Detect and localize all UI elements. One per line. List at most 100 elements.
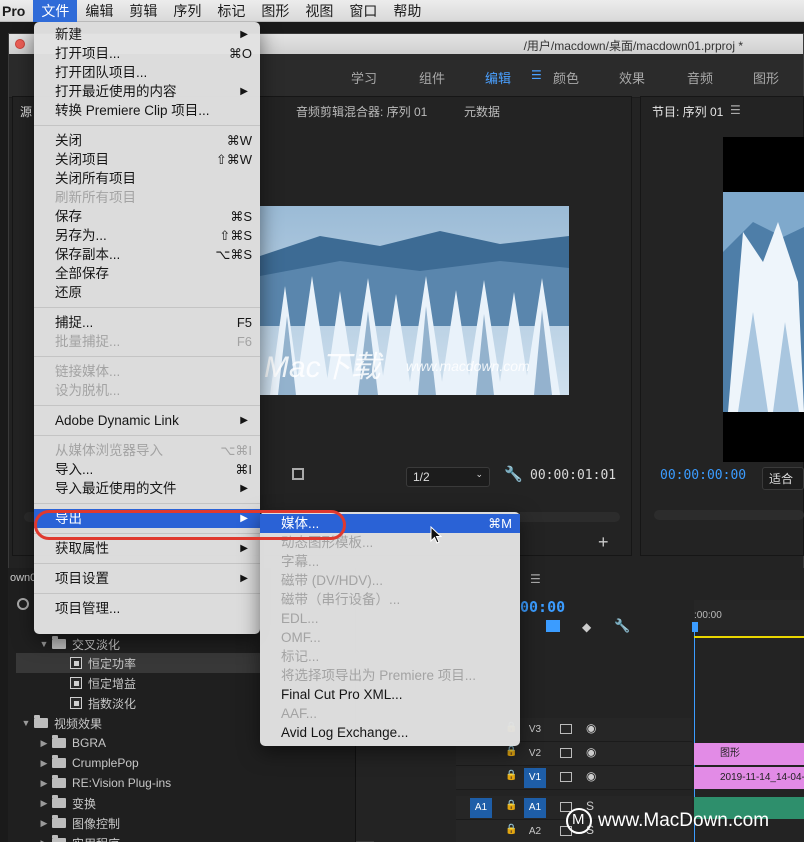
effect-list-item[interactable]: ▶ CrumplePop [16,753,356,773]
disclosure-closed-icon[interactable]: ▶ [38,838,50,842]
menu-item[interactable]: Avid Log Exchange... [260,723,520,742]
menu-item[interactable]: 打开最近使用的内容 ▶ [34,82,260,101]
menubar-item[interactable]: 标记 [209,0,253,22]
menu-item[interactable]: 还原 [34,283,260,302]
menu-separator [34,125,260,126]
workspace-tab[interactable]: 颜色 [553,68,579,87]
menubar-item[interactable]: 窗口 [341,0,385,22]
disclosure-closed-icon[interactable]: ▶ [38,758,50,769]
effect-list-item[interactable]: ▶ 图像控制 [16,813,356,833]
disclosure-closed-icon[interactable]: ▶ [38,778,50,789]
track-label[interactable]: V1 [524,768,546,788]
menu-shortcut: F6 [236,334,252,349]
menu-item[interactable]: 导入... ⌘I [34,460,260,479]
add-button-icon[interactable]: + [598,532,609,553]
lock-icon[interactable]: 🔒 [505,800,517,811]
menu-item-label: 打开最近使用的内容 [55,84,177,99]
export-frame-icon[interactable] [292,468,304,480]
folder-icon [52,755,66,768]
eye-icon[interactable]: ◉ [586,745,596,759]
menu-item[interactable]: 关闭所有项目 [34,169,260,188]
disclosure-closed-icon[interactable]: ▶ [38,738,50,749]
disclosure-open-icon[interactable]: ▼ [20,718,32,728]
menu-item[interactable]: 打开团队项目... [34,63,260,82]
menu-shortcut: ⌥⌘I [220,443,252,458]
marker-icon[interactable]: ◆ [582,620,591,634]
eye-icon[interactable]: ◉ [586,721,596,735]
menu-item[interactable]: 保存副本... ⌥⌘S [34,245,260,264]
workspace-tab[interactable]: 音频 [687,68,713,87]
menubar-item[interactable]: 视图 [297,0,341,22]
track-label[interactable]: V3 [524,720,546,740]
menu-item[interactable]: 另存为... ⇧⌘S [34,226,260,245]
timeline-clip[interactable]: 图形 [694,743,804,765]
disclosure-closed-icon[interactable]: ▶ [38,818,50,829]
sync-lock-icon[interactable] [560,772,572,782]
workspace-tab[interactable]: 效果 [619,68,645,87]
menu-item[interactable]: 关闭项目 ⇧⌘W [34,150,260,169]
timeline-clip[interactable]: 2019-11-14_14-04-0 [694,767,804,789]
track-label[interactable]: V2 [524,744,546,764]
workspace-tab[interactable]: 组件 [419,68,445,87]
menubar-item[interactable]: 编辑 [77,0,121,22]
menu-item[interactable]: 新建 ▶ [34,25,260,44]
sync-lock-icon[interactable] [560,724,572,734]
workspace-tab[interactable]: 图形 [753,68,779,87]
search-icon[interactable] [17,598,29,610]
source-patch-label[interactable]: A1 [470,798,492,818]
menu-item[interactable]: 打开项目... ⌘O [34,44,260,63]
timeline-wrench-icon[interactable]: 🔧 [614,618,630,634]
lock-icon[interactable]: 🔒 [505,824,517,835]
timeline-menu-icon[interactable]: ☰ [530,572,541,586]
source-tab[interactable]: 源 [20,103,32,120]
menu-item-label: 保存 [55,209,82,224]
tab-metadata[interactable]: 元数据 [464,103,500,120]
disclosure-open-icon[interactable]: ▼ [38,639,50,649]
wrench-icon[interactable]: 🔧 [504,465,523,483]
snap-icon[interactable] [546,620,560,632]
menu-item[interactable]: 项目管理... [34,599,260,618]
menubar-item[interactable]: 图形 [253,0,297,22]
workspace-tab[interactable]: 学习 [351,68,377,87]
lock-icon[interactable]: 🔒 [505,746,517,757]
timeline-ruler[interactable]: :00:00 [694,600,804,630]
menubar-item[interactable]: 剪辑 [121,0,165,22]
workspace-menu-icon[interactable]: ☰ [531,68,542,82]
menu-item[interactable]: 捕捉... F5 [34,313,260,332]
effect-list-item[interactable]: ▶ RE:Vision Plug-ins [16,773,356,793]
menu-item[interactable]: Final Cut Pro XML... [260,685,520,704]
program-fit-select[interactable]: 适合 [762,467,804,490]
effects-panel-tab[interactable]: own0 [10,572,36,584]
menu-item[interactable]: 全部保存 [34,264,260,283]
menubar-item[interactable]: 帮助 [385,0,429,22]
source-zoom-select[interactable]: 1/2 ⌄ [406,467,490,487]
sync-lock-icon[interactable] [560,748,572,758]
tab-audio-clip-mixer[interactable]: 音频剪辑混合器: 序列 01 [296,103,427,120]
menubar-item[interactable]: 文件 [33,0,78,22]
menu-item: 设为脱机... [34,381,260,400]
app-menu[interactable]: Pro [0,0,33,22]
disclosure-closed-icon[interactable]: ▶ [38,798,50,809]
eye-icon[interactable]: ◉ [586,769,596,783]
menu-item[interactable]: 获取属性 ▶ [34,539,260,558]
workspace-tab[interactable]: 编辑 [485,68,511,87]
track-label[interactable]: A1 [524,798,546,818]
menu-item[interactable]: 转换 Premiere Clip 项目... [34,101,260,120]
menubar-item[interactable]: 序列 [165,0,209,22]
effect-list-item[interactable]: ▶ 实用程序 [16,833,356,842]
menu-item[interactable]: 关闭 ⌘W [34,131,260,150]
effect-list-item[interactable]: ▶ 变换 [16,793,356,813]
menu-item[interactable]: Adobe Dynamic Link ▶ [34,411,260,430]
track-header[interactable] [456,766,692,790]
playhead-marker[interactable] [692,622,698,632]
close-window-button[interactable] [15,39,25,49]
program-scrubber[interactable] [654,510,804,520]
track-label[interactable]: A2 [524,822,546,842]
menu-item[interactable]: 保存 ⌘S [34,207,260,226]
menu-item[interactable]: 导入最近使用的文件 ▶ [34,479,260,498]
lock-icon[interactable]: 🔒 [505,770,517,781]
menu-item[interactable]: 项目设置 ▶ [34,569,260,588]
menu-item-label: 项目管理... [55,601,121,616]
menu-item: 字幕... [260,552,520,571]
program-menu-icon[interactable]: ☰ [730,103,741,117]
